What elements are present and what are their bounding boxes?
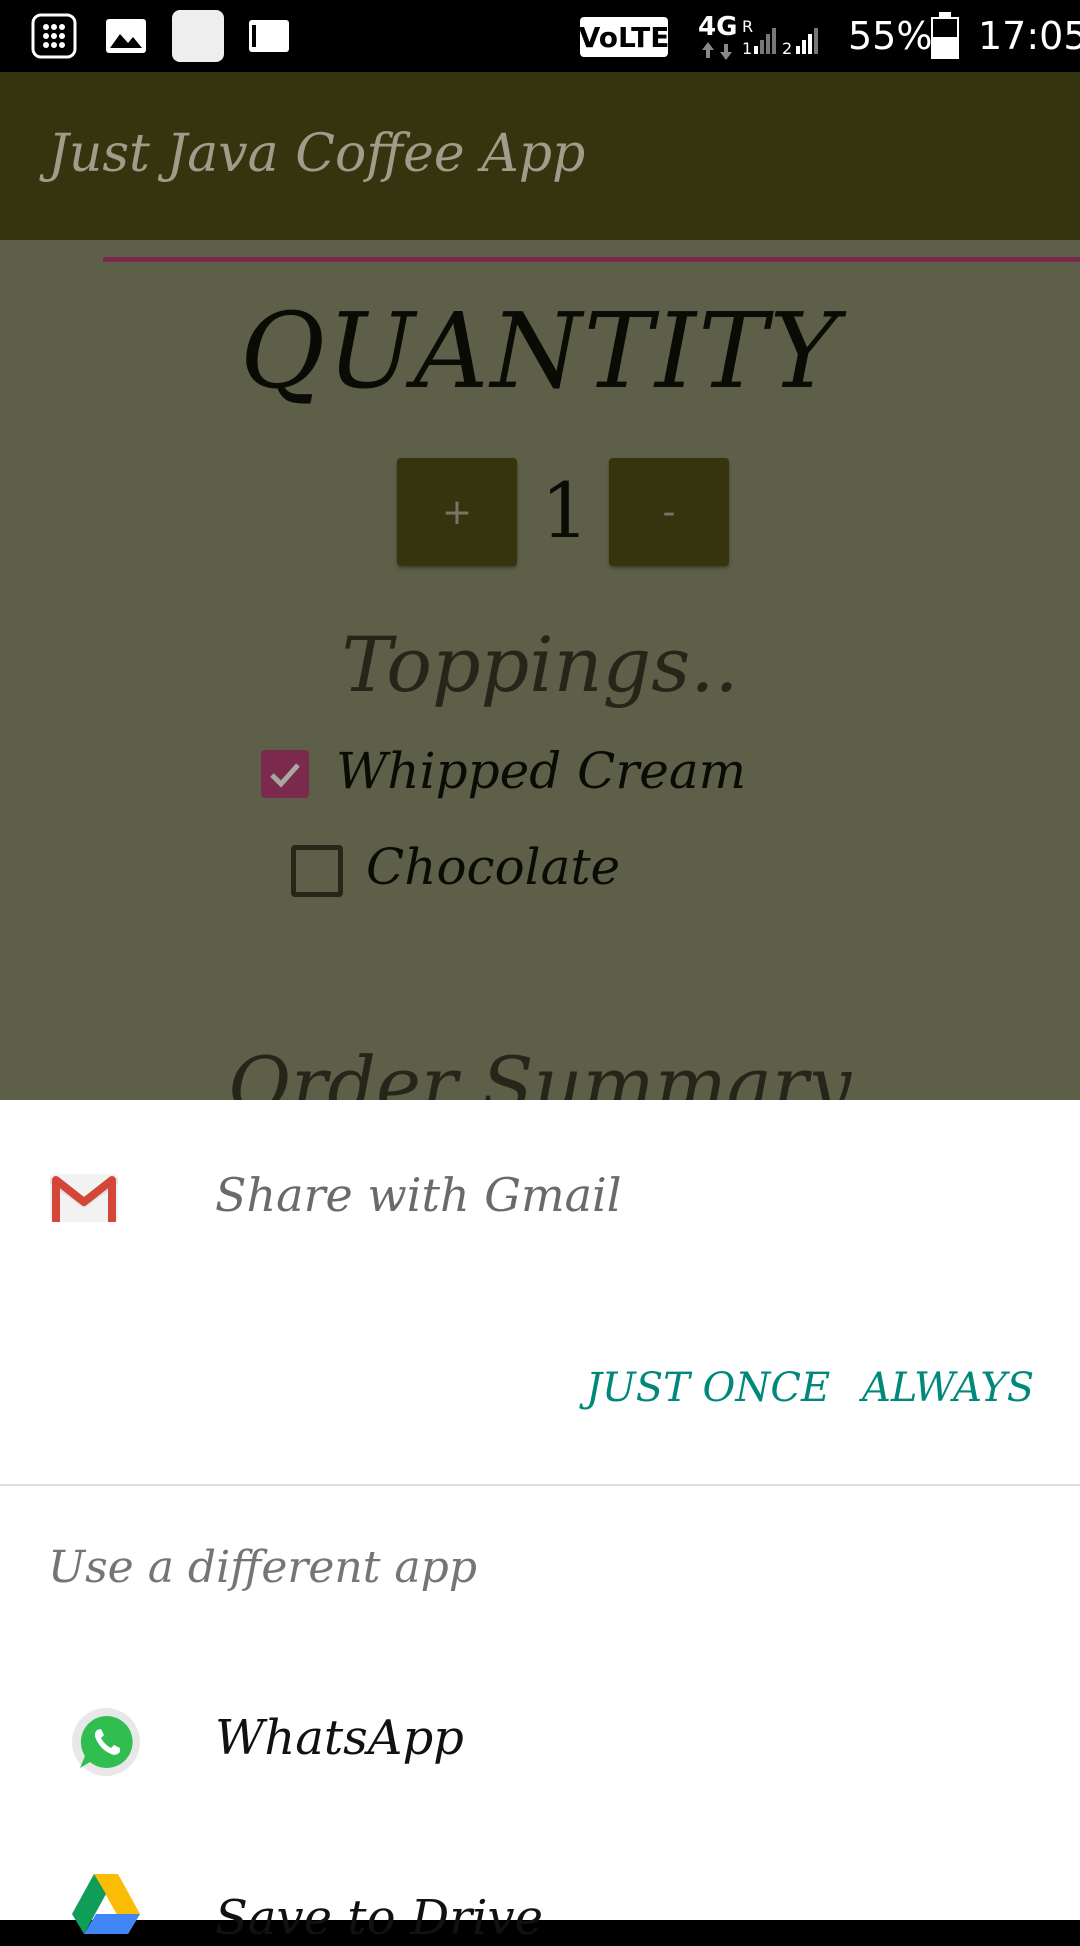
decrement-label: - — [662, 491, 676, 533]
volte-label: VoLTE — [578, 20, 670, 54]
status-bar: VoLTE 4G R 1 2 55% 17:05 — [0, 0, 1080, 72]
volte-badge: VoLTE — [578, 17, 670, 57]
always-button[interactable]: ALWAYS — [862, 1365, 1034, 1411]
gmail-icon[interactable] — [48, 1170, 120, 1226]
gmail-notification-icon — [249, 20, 289, 52]
signal-strength-icon: R 1 2 — [742, 18, 818, 56]
svg-text:R: R — [742, 18, 753, 36]
checkmark-icon — [270, 763, 300, 788]
quantity-value: 1 — [540, 466, 590, 555]
quantity-heading: QUANTITY — [239, 290, 841, 412]
chocolate-label[interactable]: Chocolate — [366, 838, 620, 896]
toppings-heading: Toppings.. — [341, 620, 739, 709]
app-title: Just Java Coffee App — [48, 124, 586, 184]
app-notification-icon — [172, 10, 224, 62]
dialpad-icon — [31, 13, 77, 59]
battery-icon — [931, 12, 959, 59]
just-once-button[interactable]: JUST ONCE — [586, 1365, 830, 1411]
clock: 17:05 — [978, 14, 1080, 58]
order-summary-heading: Order Summary — [228, 1040, 852, 1100]
chocolate-checkbox[interactable] — [291, 845, 343, 897]
data-arrows-icon — [702, 42, 732, 60]
whatsapp-label: WhatsApp — [215, 1710, 464, 1766]
share-with-gmail-title[interactable]: Share with Gmail — [215, 1168, 621, 1222]
decrement-button[interactable]: - — [609, 458, 729, 566]
svg-text:2: 2 — [782, 39, 792, 56]
app-bar: Just Java Coffee App — [0, 72, 1080, 240]
drive-icon — [72, 1874, 140, 1934]
whipped-cream-checkbox[interactable] — [261, 750, 309, 798]
save-to-drive-label: Save to Drive — [215, 1890, 544, 1946]
svg-text:1: 1 — [742, 39, 752, 56]
share-sheet: Share with Gmail JUST ONCE ALWAYS Use a … — [0, 1100, 1080, 1946]
use-different-app-label: Use a different app — [48, 1542, 477, 1593]
divider — [0, 1484, 1080, 1486]
image-icon — [106, 19, 146, 53]
network-type: 4G — [698, 12, 738, 42]
whatsapp-icon — [72, 1708, 140, 1776]
main-content: QUANTITY + 1 - Toppings.. Whipped Cream … — [0, 240, 1080, 1100]
whipped-cream-label[interactable]: Whipped Cream — [336, 742, 746, 800]
battery-percent: 55% — [848, 14, 933, 58]
increment-button[interactable]: + — [397, 458, 517, 566]
name-field-underline — [103, 257, 1080, 262]
increment-label: + — [441, 491, 473, 533]
